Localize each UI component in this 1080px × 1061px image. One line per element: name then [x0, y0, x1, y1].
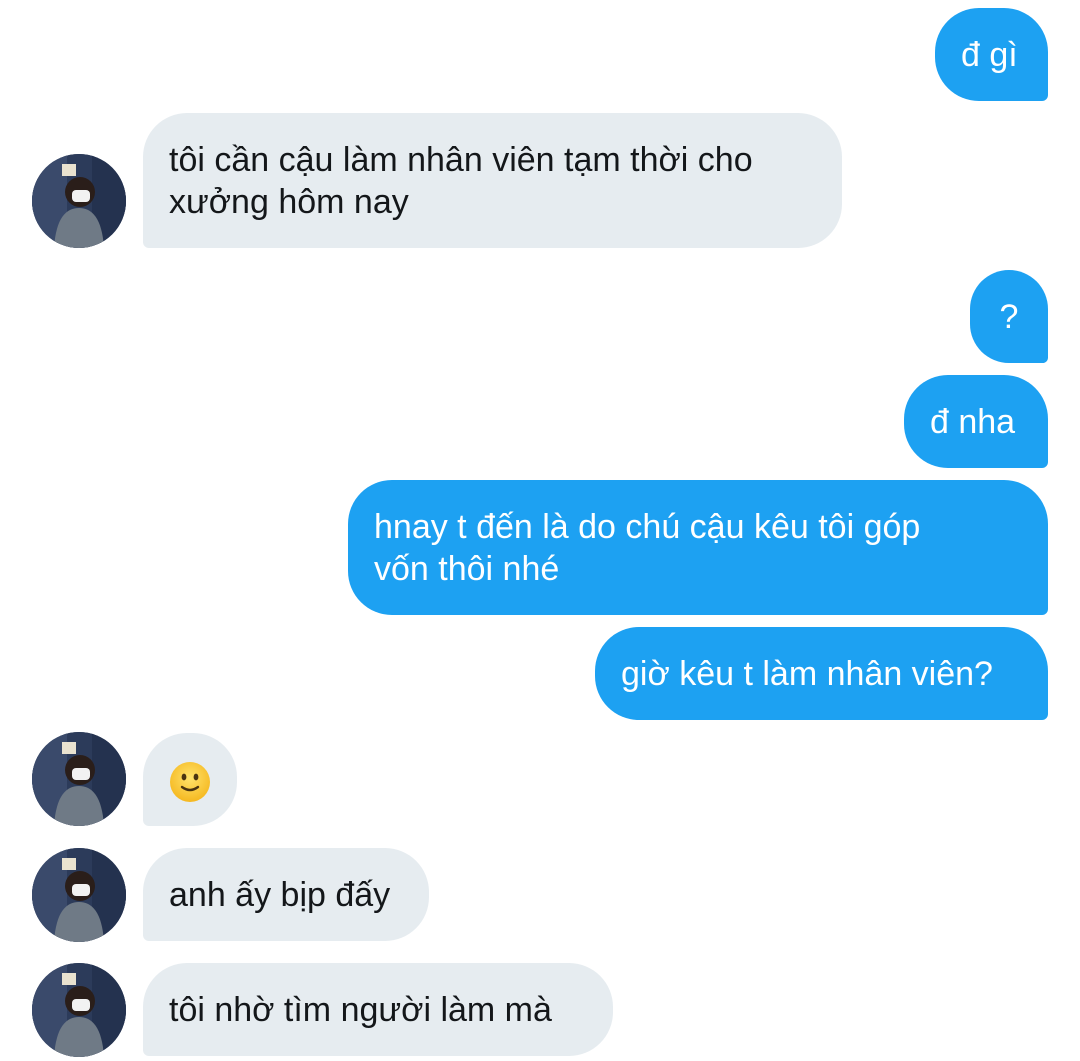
message-bubble-incoming[interactable]: anh ấy bịp đấy — [143, 848, 429, 941]
message-text-line: tôi cần cậu làm nhân viên tạm thời cho — [169, 141, 753, 179]
message-bubble-incoming[interactable]: tôi cần cậu làm nhân viên tạm thời cho x… — [143, 113, 842, 248]
message-text: đ nha — [930, 403, 1016, 441]
avatar-photo — [32, 732, 126, 826]
message-bubble-outgoing[interactable]: đ gì — [935, 8, 1048, 101]
avatar[interactable] — [32, 732, 126, 826]
message-text-line: hnay t đến là do chú cậu kêu tôi góp — [374, 508, 921, 546]
message-bubble-outgoing[interactable]: ? — [970, 270, 1048, 363]
slightly-smiling-face-icon — [170, 762, 210, 803]
message-text: đ gì — [961, 36, 1018, 74]
message-text-line: vốn thôi nhé — [374, 550, 560, 588]
message-bubble-outgoing[interactable]: đ nha — [904, 375, 1048, 468]
chat-thread: đ gì tôi cần cậu làm nhân viên tạm thời … — [0, 0, 1080, 1061]
avatar-photo — [32, 848, 126, 942]
message-text: anh ấy bịp đấy — [169, 876, 391, 914]
avatar[interactable] — [32, 963, 126, 1057]
message-bubble-incoming[interactable] — [143, 733, 237, 826]
message-text: tôi nhờ tìm người làm mà — [169, 991, 552, 1029]
message-text: giờ kêu t làm nhân viên? — [621, 655, 993, 693]
avatar[interactable] — [32, 848, 126, 942]
message-bubble-outgoing[interactable]: hnay t đến là do chú cậu kêu tôi góp vốn… — [348, 480, 1048, 615]
avatar[interactable] — [32, 154, 126, 248]
avatar-photo — [32, 154, 126, 248]
message-text: ? — [999, 298, 1019, 336]
message-text-line: xưởng hôm nay — [169, 183, 409, 221]
message-bubble-incoming[interactable]: tôi nhờ tìm người làm mà — [143, 963, 613, 1056]
avatar-photo — [32, 963, 126, 1057]
message-bubble-outgoing[interactable]: giờ kêu t làm nhân viên? — [595, 627, 1048, 720]
